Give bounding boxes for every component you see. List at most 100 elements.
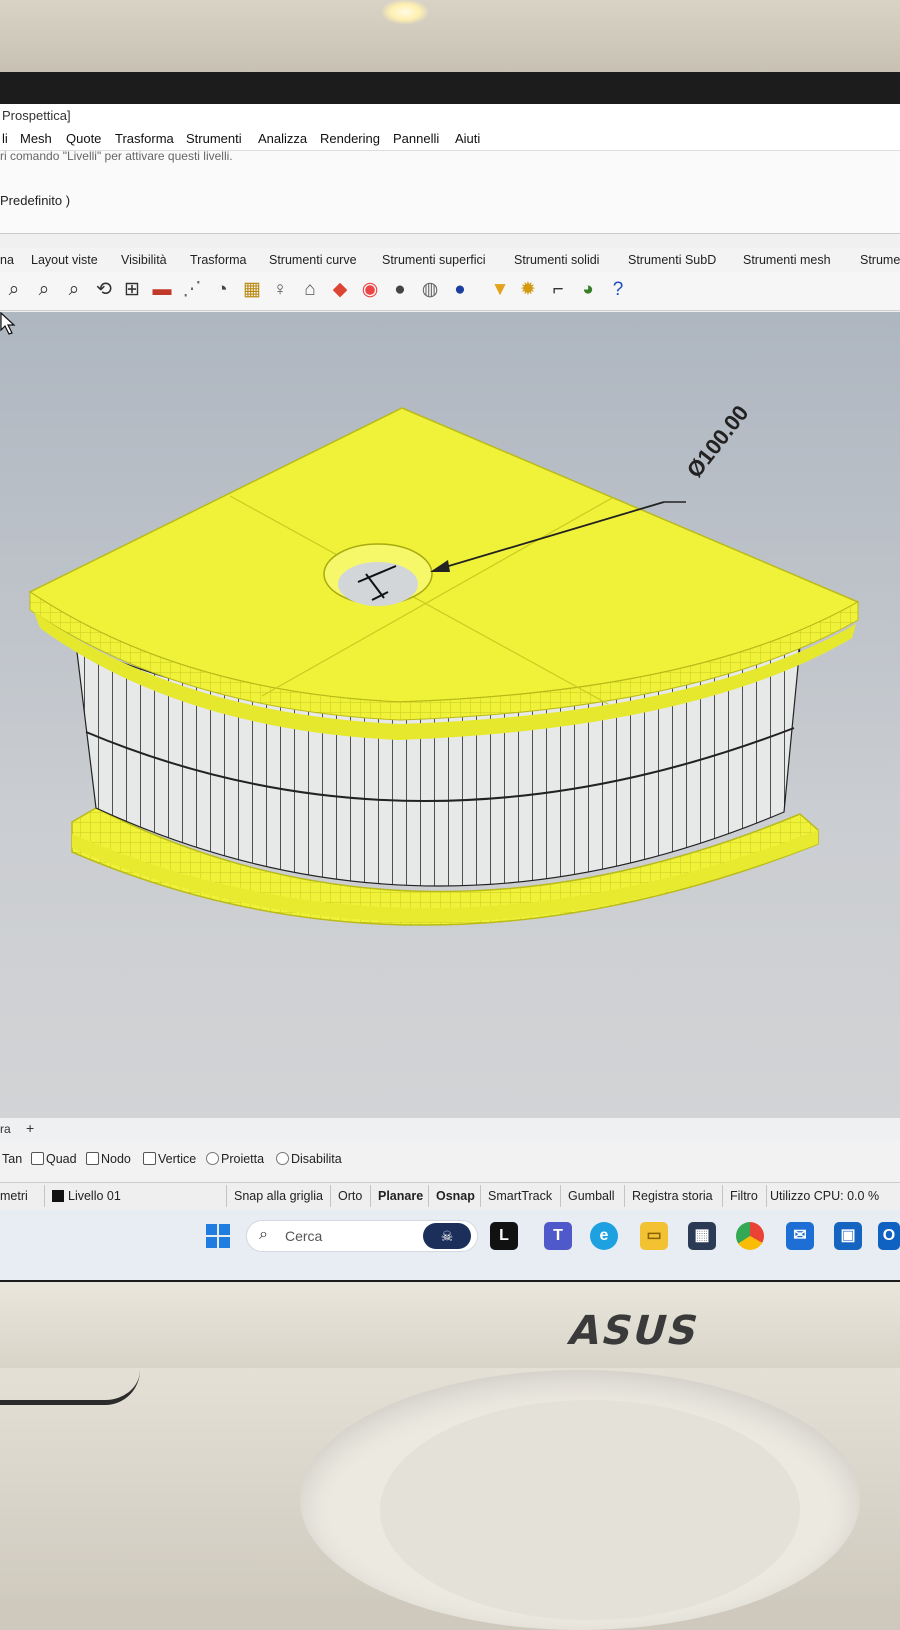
tab-strumenti-superfici[interactable]: Strumenti superfici xyxy=(382,253,486,267)
tab-strumenti-curve[interactable]: Strumenti curve xyxy=(269,253,357,267)
layer-color-swatch xyxy=(52,1190,64,1202)
osnap-nodo[interactable]: Nodo xyxy=(86,1152,131,1166)
tab-trasforma[interactable]: Trasforma xyxy=(190,253,247,267)
planare-button[interactable]: Planare xyxy=(378,1189,423,1203)
hole-inner xyxy=(338,562,418,606)
help-icon[interactable]: ? xyxy=(606,278,630,302)
units-label: metri xyxy=(0,1189,28,1203)
toolbar-tabs: na Layout viste Visibilità Trasforma Str… xyxy=(0,248,900,273)
menu-item-aiuti[interactable]: Aiuti xyxy=(455,131,480,146)
tab-strumenti-subd[interactable]: Strumenti SubD xyxy=(628,253,716,267)
menu-item-strumenti[interactable]: Strumenti xyxy=(186,131,242,146)
search-placeholder: Cerca xyxy=(285,1228,323,1244)
teams-icon[interactable]: T xyxy=(544,1222,572,1250)
render-icon[interactable]: ◆ xyxy=(328,278,352,302)
taskbar-search[interactable]: ⌕ Cerca ☠ xyxy=(246,1220,478,1252)
cable xyxy=(0,1370,140,1405)
microsoft-store-icon[interactable]: ▦ xyxy=(688,1222,716,1250)
ceiling-lamp xyxy=(382,0,428,24)
set-cplane-icon[interactable]: ◔ xyxy=(210,278,234,302)
menu-item-mesh[interactable]: Mesh xyxy=(20,131,52,146)
ghosted-sphere-icon[interactable]: ◍ xyxy=(418,278,442,302)
zoom-extents-icon[interactable]: ⌕ xyxy=(2,278,26,302)
checkbox[interactable] xyxy=(31,1152,44,1165)
zoom-window-icon[interactable]: ⌕ xyxy=(32,278,56,302)
shaded-sphere-icon[interactable]: ● xyxy=(388,278,412,302)
osnap-vertice[interactable]: Vertice xyxy=(143,1152,196,1166)
search-highlight-icon: ☠ xyxy=(423,1223,471,1249)
rotate-view-icon[interactable]: ⟲ xyxy=(92,278,116,302)
viewport-tabs: ra + xyxy=(0,1118,900,1140)
osnap-button[interactable]: Osnap xyxy=(436,1189,475,1203)
menu-bar: li Mesh Quote Trasforma Strumenti Analiz… xyxy=(0,128,900,150)
gumball-button[interactable]: Gumball xyxy=(568,1189,615,1203)
menu-item-trasforma[interactable]: Trasforma xyxy=(115,131,174,146)
perspective-viewport[interactable]: Ø100.00 xyxy=(0,312,900,1138)
outlook-icon[interactable]: O xyxy=(878,1222,900,1250)
rendered-sphere-icon[interactable]: ● xyxy=(448,278,472,302)
radio[interactable] xyxy=(276,1152,289,1165)
camera-car-icon[interactable]: ▬ xyxy=(150,278,174,302)
walkabout-icon[interactable]: ⋰ xyxy=(180,278,204,302)
current-layer[interactable]: Livello 01 xyxy=(52,1189,121,1203)
monitor-screen: Prospettica] li Mesh Quote Trasforma Str… xyxy=(0,104,900,1280)
snap-grid-button[interactable]: Snap alla griglia xyxy=(234,1189,323,1203)
radio[interactable] xyxy=(206,1152,219,1165)
remote-desktop-icon[interactable]: ▣ xyxy=(834,1222,862,1250)
viewport-tab[interactable]: ra xyxy=(0,1122,11,1136)
menu-item-rendering[interactable]: Rendering xyxy=(320,131,380,146)
windows-start-icon[interactable] xyxy=(206,1224,230,1248)
zoom-selected-icon[interactable]: ⌕ xyxy=(62,278,86,302)
model-drawing xyxy=(28,407,860,926)
light-bulb-icon[interactable]: ♀ xyxy=(268,278,292,302)
color-wheel-icon[interactable]: ◉ xyxy=(358,278,382,302)
tab-strumenti-more[interactable]: Strume xyxy=(860,253,900,267)
status-bar: metri Livello 01 Snap alla griglia Orto … xyxy=(0,1182,900,1211)
tab-strumenti-mesh[interactable]: Strumenti mesh xyxy=(743,253,831,267)
four-viewports-icon[interactable]: ⊞ xyxy=(120,278,144,302)
smarttrack-button[interactable]: SmartTrack xyxy=(488,1189,552,1203)
registra-storia-button[interactable]: Registra storia xyxy=(632,1189,713,1203)
search-icon: ⌕ xyxy=(259,1226,268,1243)
command-prompt[interactable]: Predefinito ) xyxy=(0,193,70,208)
grasshopper-icon[interactable]: ◕ xyxy=(576,278,600,302)
l-app-icon[interactable]: L xyxy=(490,1222,518,1250)
lock-icon[interactable]: ⌂ xyxy=(298,278,322,302)
menu-item-quote[interactable]: Quote xyxy=(66,131,101,146)
add-viewport-icon[interactable]: + xyxy=(26,1120,34,1136)
mouse-cursor-icon xyxy=(0,312,16,335)
named-cplane-icon[interactable]: ▦ xyxy=(240,278,264,302)
checkbox[interactable] xyxy=(86,1152,99,1165)
menu-item-analizza[interactable]: Analizza xyxy=(258,131,307,146)
window-titlebar: Prospettica] xyxy=(0,104,900,128)
window-title: Prospettica] xyxy=(2,108,71,123)
filter-icon[interactable]: ▼ xyxy=(488,278,512,302)
chrome-icon[interactable] xyxy=(736,1222,764,1250)
cpu-usage: Utilizzo CPU: 0.0 % xyxy=(770,1189,880,1203)
monitor-stand-inner xyxy=(380,1400,800,1620)
osnap-disabilita[interactable]: Disabilita xyxy=(276,1152,342,1166)
checkbox[interactable] xyxy=(143,1152,156,1165)
edge-icon[interactable]: e xyxy=(590,1222,618,1250)
tab-standard[interactable]: na xyxy=(0,253,14,267)
file-explorer-icon[interactable]: ▭ xyxy=(640,1222,668,1250)
osnap-bar: Tan Quad Nodo Vertice Proietta Disabilit… xyxy=(0,1140,900,1182)
tab-visibilita[interactable]: Visibilità xyxy=(121,253,167,267)
osnap-quad[interactable]: Quad xyxy=(31,1152,77,1166)
asus-logo: ASUS xyxy=(563,1308,706,1354)
menu-item-pannelli[interactable]: Pannelli xyxy=(393,131,439,146)
command-history: ri comando "Livelli" per attivare questi… xyxy=(0,149,233,163)
monitor-bottom-bezel: ASUS xyxy=(0,1282,900,1368)
settings-gear-icon[interactable]: ✹ xyxy=(516,278,540,302)
tab-layout-viste[interactable]: Layout viste xyxy=(31,253,98,267)
osnap-proietta[interactable]: Proietta xyxy=(206,1152,264,1166)
orto-button[interactable]: Orto xyxy=(338,1189,362,1203)
tab-strumenti-solidi[interactable]: Strumenti solidi xyxy=(514,253,599,267)
mail-icon[interactable]: ✉ xyxy=(786,1222,814,1250)
command-area[interactable]: ri comando "Livelli" per attivare questi… xyxy=(0,149,900,234)
osnap-tan[interactable]: Tan xyxy=(2,1152,22,1166)
windows-taskbar: ⌕ Cerca ☠ L T e ▭ ▦ ✉ ▣ O xyxy=(0,1210,900,1280)
menu-item-layers[interactable]: li xyxy=(2,131,8,146)
filtro-button[interactable]: Filtro xyxy=(730,1189,758,1203)
options-icon[interactable]: ⌐ xyxy=(546,278,570,302)
